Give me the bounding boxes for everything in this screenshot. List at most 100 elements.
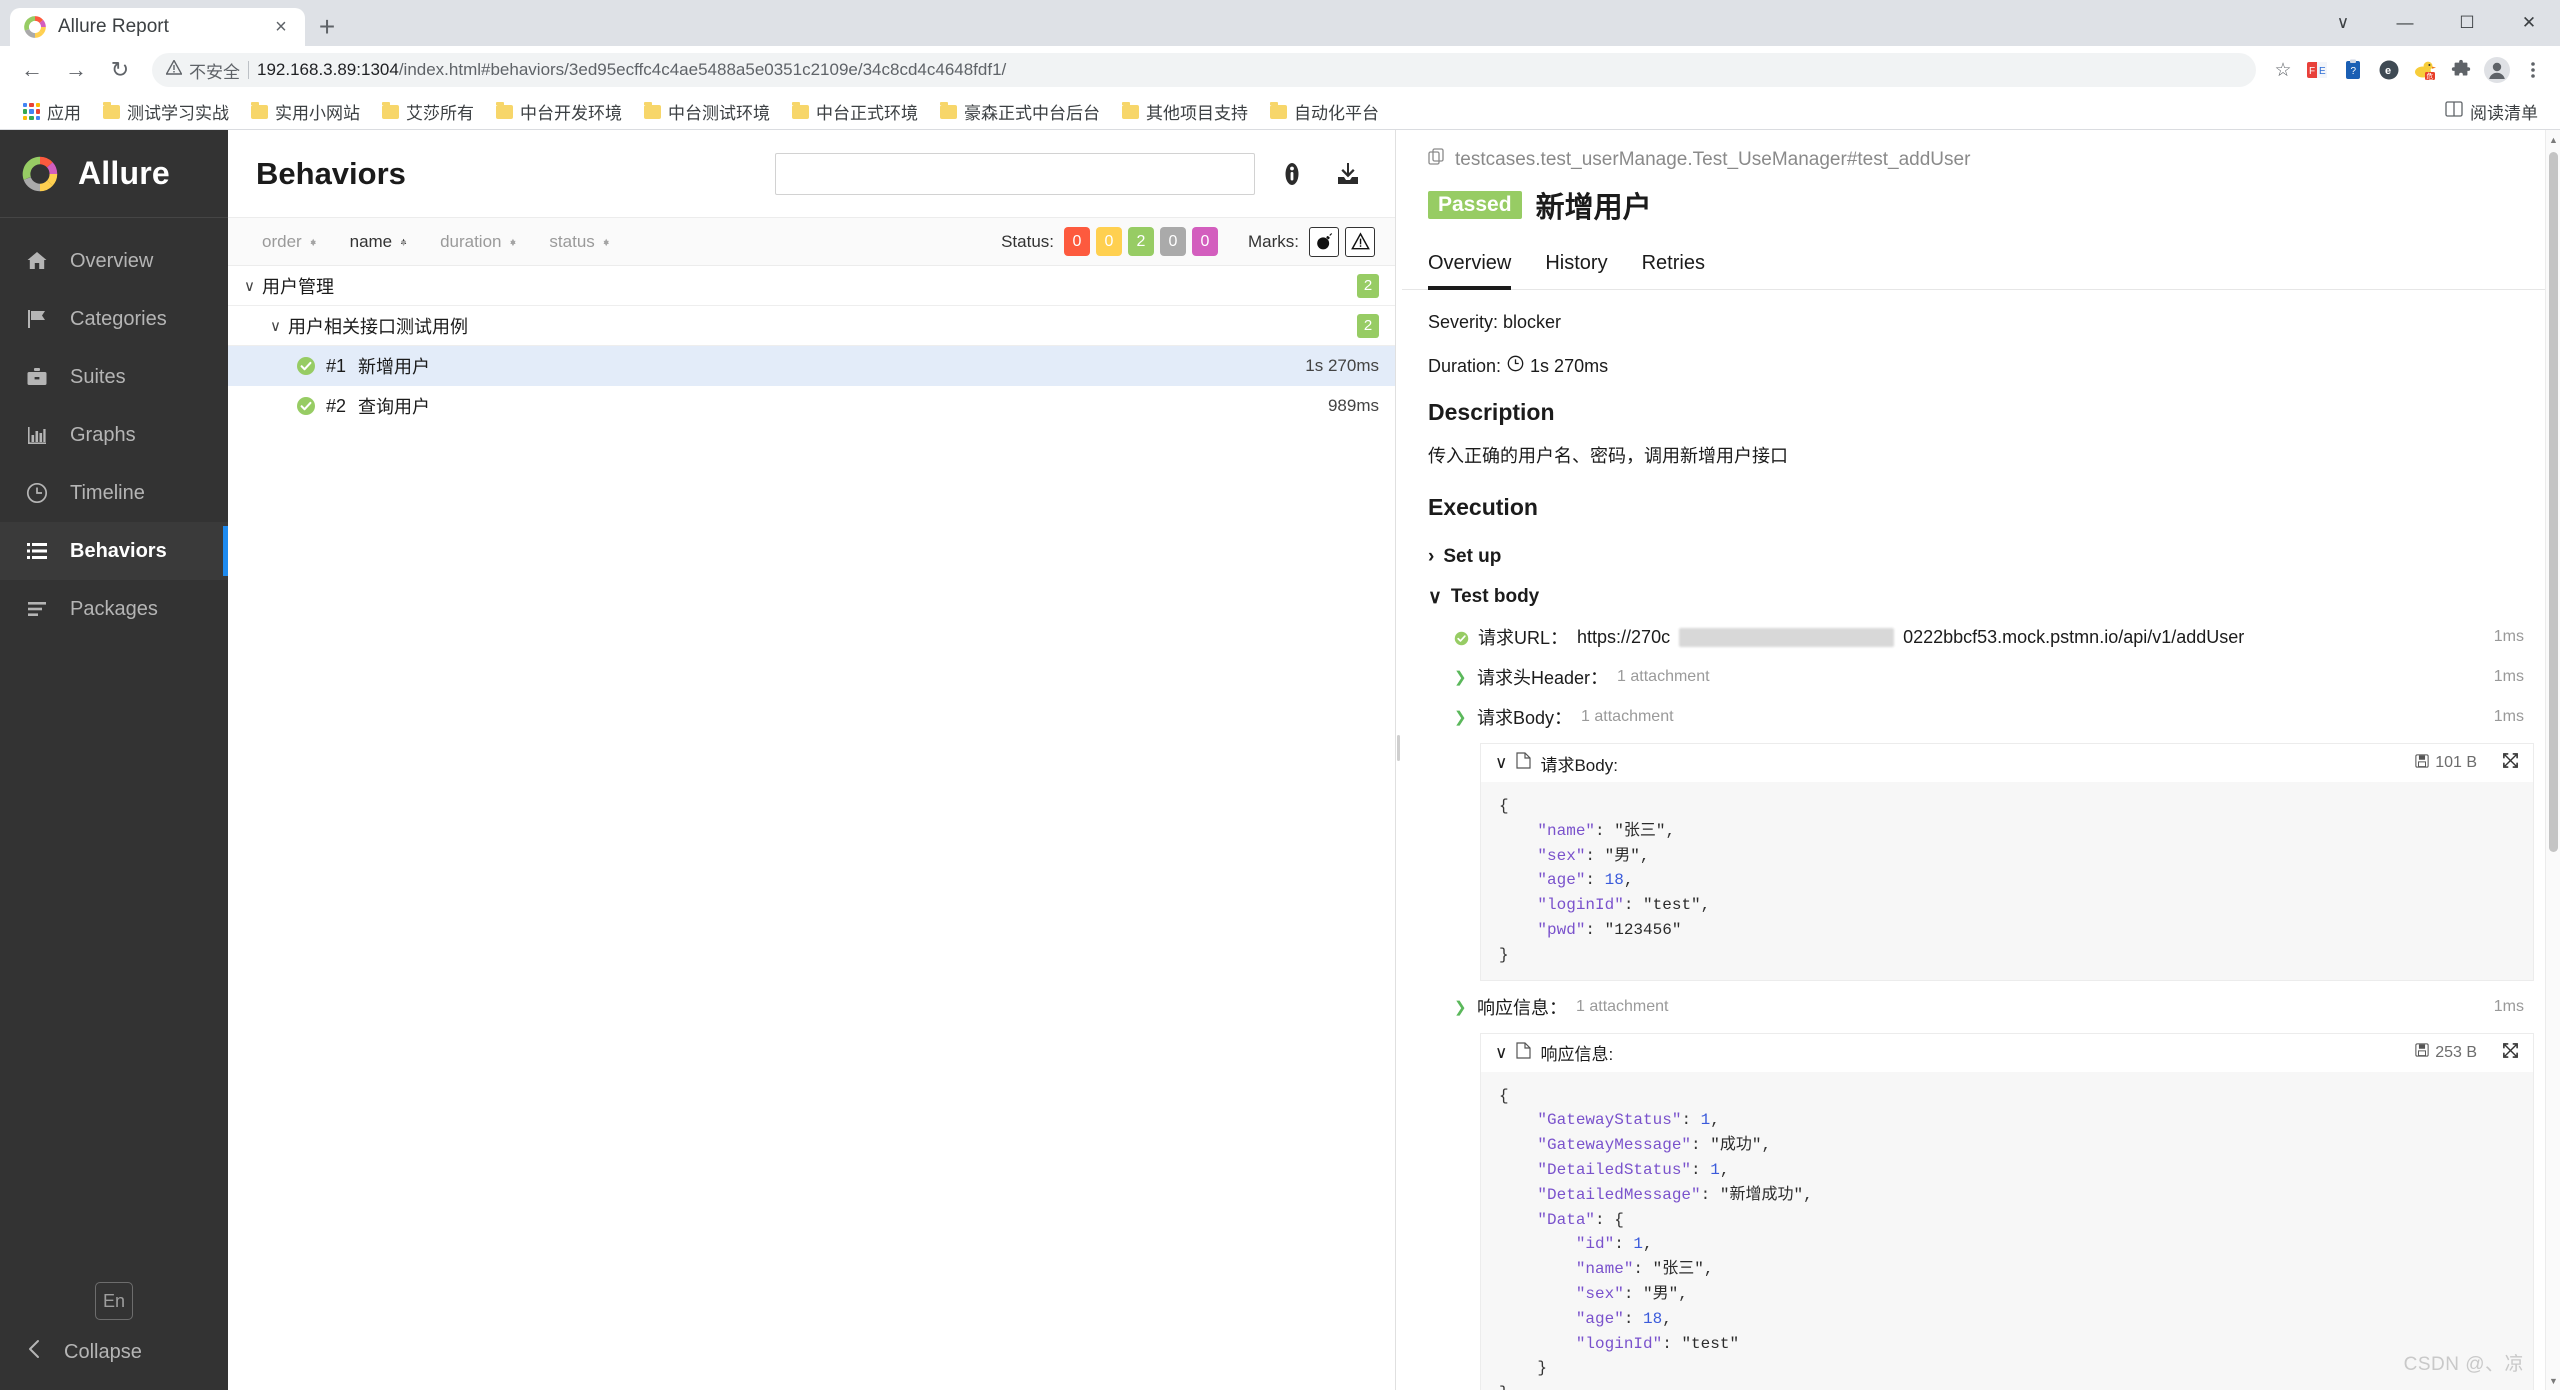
tab-retries[interactable]: Retries xyxy=(1642,252,1705,290)
address-bar[interactable]: 不安全 192.168.3.89:1304/index.html#behavio… xyxy=(152,53,2256,87)
bookmark-item[interactable]: 艾莎所有 xyxy=(373,95,483,128)
bookmark-item[interactable]: 实用小网站 xyxy=(242,95,369,128)
tree-group-row[interactable]: ∨ 用户管理 2 xyxy=(228,266,1395,306)
fullscreen-icon[interactable] xyxy=(2502,752,2519,774)
sidebar-item-suites[interactable]: Suites xyxy=(0,348,228,406)
status-pill-passed[interactable]: 2 xyxy=(1128,227,1154,256)
bookmark-item[interactable]: 其他项目支持 xyxy=(1113,95,1257,128)
browser-tab[interactable]: Allure Report × xyxy=(10,8,305,46)
status-pill-unknown[interactable]: 0 xyxy=(1192,227,1218,256)
setup-section-toggle[interactable]: › Set up xyxy=(1428,537,2534,577)
file-icon xyxy=(1516,1041,1532,1064)
bookmark-label: 中台测试环境 xyxy=(668,104,770,123)
fullscreen-icon[interactable] xyxy=(2502,1042,2519,1064)
bookmark-item[interactable]: 中台测试环境 xyxy=(635,95,779,128)
window-controls: ∨ — ☐ ✕ xyxy=(2312,0,2560,46)
chrome-menu-icon[interactable] xyxy=(2518,55,2548,85)
allure-favicon-icon xyxy=(22,14,48,40)
step-response[interactable]: ❯ 响应信息： 1 attachment 1ms xyxy=(1428,987,2534,1027)
bookmark-item[interactable]: 豪森正式中台后台 xyxy=(931,95,1109,128)
scrollbar-thumb[interactable] xyxy=(2549,152,2558,852)
step-request-body[interactable]: ❯ 请求Body： 1 attachment 1ms xyxy=(1428,697,2534,737)
fe-extension-icon[interactable]: FE xyxy=(2302,55,2332,85)
sort-arrows-icon: ▲ ▼ xyxy=(508,235,518,248)
forward-icon[interactable]: → xyxy=(56,50,96,90)
save-icon[interactable] xyxy=(2415,753,2429,773)
clock-icon xyxy=(24,480,50,506)
behaviors-tree: ∨ 用户管理 2 ∨ 用户相关接口测试用例 2 #1 新增用户 1s 270ms xyxy=(228,266,1395,1390)
tree-subgroup-row[interactable]: ∨ 用户相关接口测试用例 2 xyxy=(228,306,1395,346)
attachment-header[interactable]: ∨ 请求Body: 101 B xyxy=(1481,744,2533,782)
window-minimize-button[interactable]: — xyxy=(2374,0,2436,46)
window-close-button[interactable]: ✕ xyxy=(2498,0,2560,46)
collapse-button[interactable]: Collapse xyxy=(0,1334,228,1370)
reload-icon[interactable]: ↻ xyxy=(100,50,140,90)
bookmark-apps[interactable]: 应用 xyxy=(14,95,90,128)
puzzle-extension-icon[interactable] xyxy=(2446,55,2476,85)
search-input[interactable] xyxy=(775,152,1255,195)
bookmark-item[interactable]: 中台正式环境 xyxy=(783,95,927,128)
reading-list-button[interactable]: 阅读清单 xyxy=(2437,95,2546,128)
info-icon[interactable] xyxy=(1273,155,1311,193)
brand[interactable]: Allure xyxy=(0,130,228,218)
attachment-size-text: 253 B xyxy=(2435,1043,2477,1061)
tree-test-row[interactable]: #2 查询用户 989ms xyxy=(228,386,1395,426)
sort-status[interactable]: status ▲ ▼ xyxy=(535,218,624,265)
bookmark-star-icon[interactable]: ☆ xyxy=(2268,55,2298,85)
home-icon xyxy=(24,248,50,274)
scroll-up-icon[interactable]: ▲ xyxy=(2546,132,2560,147)
scroll-down-icon[interactable]: ▼ xyxy=(2546,1373,2560,1388)
e-extension-icon[interactable]: e xyxy=(2374,55,2404,85)
bomb-icon[interactable] xyxy=(1309,226,1339,257)
status-pill-failed[interactable]: 0 xyxy=(1064,227,1090,256)
sidebar-item-behaviors[interactable]: Behaviors xyxy=(0,522,228,580)
tab-close-icon[interactable]: × xyxy=(269,15,293,39)
testbody-section-toggle[interactable]: ∨ Test body xyxy=(1428,577,2534,617)
flaky-warning-icon[interactable] xyxy=(1345,226,1375,257)
attachment-header[interactable]: ∨ 响应信息: 253 B xyxy=(1481,1033,2533,1072)
download-icon[interactable] xyxy=(1329,155,1367,193)
status-pill-skipped[interactable]: 0 xyxy=(1160,227,1186,256)
tab-history[interactable]: History xyxy=(1545,252,1607,290)
copy-icon[interactable] xyxy=(1428,148,1446,172)
detail-body: Severity: blocker Duration: 1s 270ms Des… xyxy=(1402,290,2560,1390)
folder-icon xyxy=(496,101,513,119)
url-host: 192.168.3.89:1304 xyxy=(257,60,399,79)
status-pill-broken[interactable]: 0 xyxy=(1096,227,1122,256)
reading-list-icon xyxy=(2445,101,2463,122)
bookmarks-bar: 应用 测试学习实战 实用小网站 艾莎所有 中台开发环境 中台测试环境 中台正式环… xyxy=(0,94,2560,130)
duck-extension-icon[interactable]: 危 xyxy=(2410,55,2440,85)
bookmark-item[interactable]: 自动化平台 xyxy=(1261,95,1388,128)
bookmark-item[interactable]: 中台开发环境 xyxy=(487,95,631,128)
sidebar-item-graphs[interactable]: Graphs xyxy=(0,406,228,464)
tab-overview[interactable]: Overview xyxy=(1428,252,1512,290)
breadcrumb[interactable]: testcases.test_userManage.Test_UseManage… xyxy=(1402,130,2560,172)
window-menu-button[interactable]: ∨ xyxy=(2312,0,2374,46)
sort-duration[interactable]: duration ▲ ▼ xyxy=(426,218,531,265)
bookmark-label: 实用小网站 xyxy=(275,104,360,123)
svg-text:?: ? xyxy=(2351,66,2357,77)
sidebar-item-packages[interactable]: Packages xyxy=(0,580,228,638)
back-icon[interactable]: ← xyxy=(12,50,52,90)
sidebar-item-overview[interactable]: Overview xyxy=(0,232,228,290)
sidebar: Allure Overview Categories Suites Graphs… xyxy=(0,130,228,1390)
new-tab-button[interactable]: + xyxy=(305,8,349,46)
save-icon[interactable] xyxy=(2415,1043,2429,1062)
attachment-size: 253 B xyxy=(2415,1043,2477,1062)
security-indicator[interactable]: 不安全 xyxy=(165,58,240,83)
window-maximize-button[interactable]: ☐ xyxy=(2436,0,2498,46)
sidebar-item-timeline[interactable]: Timeline xyxy=(0,464,228,522)
bookmark-label: 自动化平台 xyxy=(1294,104,1379,123)
step-request-url[interactable]: 请求URL： https://270c 0222bbcf53.mock.pstm… xyxy=(1428,617,2534,657)
step-request-header[interactable]: ❯ 请求头Header： 1 attachment 1ms xyxy=(1428,657,2534,697)
sort-name[interactable]: name ▲ ▼ xyxy=(336,218,422,265)
profile-avatar-icon[interactable] xyxy=(2482,55,2512,85)
marks-filter-label: Marks: xyxy=(1248,231,1299,251)
detail-scrollbar[interactable]: ▲ ▼ xyxy=(2545,130,2560,1390)
tree-test-row[interactable]: #1 新增用户 1s 270ms xyxy=(228,346,1395,386)
sort-order[interactable]: order ▲ ▼ xyxy=(248,218,332,265)
clipboard-extension-icon[interactable]: ? xyxy=(2338,55,2368,85)
bookmark-item[interactable]: 测试学习实战 xyxy=(94,95,238,128)
language-button[interactable]: En xyxy=(95,1282,133,1320)
sidebar-item-categories[interactable]: Categories xyxy=(0,290,228,348)
